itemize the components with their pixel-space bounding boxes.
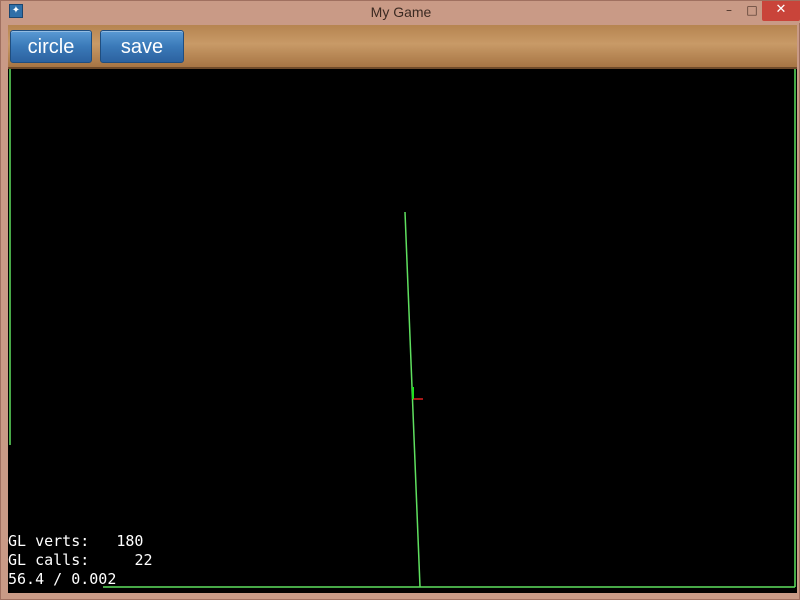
gl-stats-overlay: GL verts: 180 GL calls: 22 56.4 / 0.002 bbox=[8, 532, 153, 589]
app-icon[interactable]: ✦ bbox=[9, 4, 23, 18]
save-button[interactable]: save bbox=[100, 30, 184, 63]
fps-readout: 56.4 / 0.002 bbox=[8, 570, 117, 588]
window-title: My Game bbox=[370, 4, 432, 20]
gl-verts-label: GL verts: bbox=[8, 532, 90, 550]
game-window: ✦ My Game – □ ✕ circle save GL verts: 18… bbox=[0, 0, 800, 600]
minimize-button[interactable]: – bbox=[716, 1, 742, 21]
circle-button[interactable]: circle bbox=[10, 30, 92, 63]
game-viewport[interactable]: circle save GL verts: 180 GL calls: 22 5… bbox=[8, 25, 797, 593]
gl-calls-label: GL calls: bbox=[8, 551, 90, 569]
close-button[interactable]: ✕ bbox=[762, 1, 800, 21]
gl-calls-value: 22 bbox=[134, 551, 153, 569]
physics-body-line bbox=[404, 211, 421, 588]
gl-verts-value: 180 bbox=[116, 532, 144, 550]
title-bar[interactable]: ✦ My Game – □ ✕ bbox=[1, 1, 800, 23]
toolbar: circle save bbox=[8, 25, 797, 69]
maximize-button[interactable]: □ bbox=[742, 1, 762, 21]
scene-canvas bbox=[8, 25, 797, 588]
